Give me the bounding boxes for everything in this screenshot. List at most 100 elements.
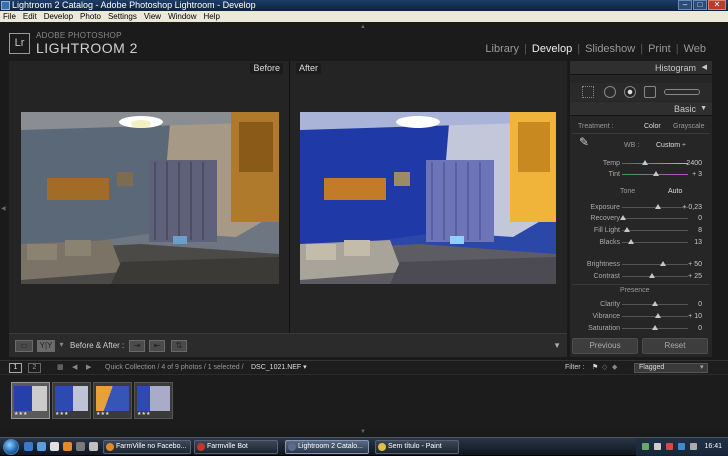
slider-track[interactable]	[622, 163, 688, 164]
filmstrip-thumb[interactable]: ★★★	[52, 382, 91, 419]
slider-value[interactable]: 8	[680, 225, 702, 236]
before-after-view-button[interactable]: Y|Y	[37, 340, 55, 352]
slider-value[interactable]: + 25	[680, 271, 702, 282]
slider-value[interactable]: + 0,23	[680, 202, 702, 213]
module-web[interactable]: Web	[684, 43, 706, 55]
slider-knob[interactable]	[624, 227, 631, 232]
filter-select[interactable]: Flagged	[634, 363, 708, 373]
white-balance-eyedropper-icon[interactable]: ✎	[579, 136, 589, 148]
before-photo[interactable]	[21, 112, 279, 284]
filmstrip-filename[interactable]: DSC_1021.NEF ▾	[251, 361, 307, 375]
slider-contrast[interactable]: Contrast + 25	[570, 271, 712, 282]
slider-recovery[interactable]: Recovery 0	[570, 213, 712, 224]
second-window-button[interactable]: 2	[28, 363, 41, 373]
after-photo[interactable]	[300, 112, 556, 284]
menu-develop[interactable]: Develop	[44, 11, 73, 22]
slider-knob[interactable]	[655, 204, 662, 209]
filmstrip-thumb[interactable]: ★★★	[134, 382, 173, 419]
collapse-basic-icon[interactable]: ▼	[700, 102, 707, 116]
slider-value[interactable]: 0	[680, 213, 702, 224]
slider-saturation[interactable]: Saturation 0	[570, 323, 712, 334]
network-icon[interactable]	[642, 443, 649, 450]
collapse-histogram-icon[interactable]: ◀	[702, 61, 707, 75]
filmstrip-source[interactable]: Quick Collection / 4 of 9 photos / 1 sel…	[105, 361, 244, 375]
graduated-filter-icon[interactable]	[644, 86, 656, 98]
slider-knob[interactable]	[652, 301, 658, 306]
toolbar-menu-icon[interactable]: ▼	[553, 341, 561, 350]
slider-value[interactable]: 0	[680, 299, 702, 310]
security-icon[interactable]	[666, 443, 673, 450]
chrome-icon[interactable]	[50, 442, 59, 451]
slider-fill-light[interactable]: Fill Light 8	[570, 225, 712, 236]
back-arrow-icon[interactable]: ◀	[72, 361, 77, 375]
module-develop[interactable]: Develop	[532, 43, 572, 55]
module-print[interactable]: Print	[648, 43, 671, 55]
slider-knob[interactable]	[655, 313, 662, 318]
wb-preset-select[interactable]: Custom ÷	[656, 141, 686, 150]
menu-window[interactable]: Window	[168, 11, 196, 22]
forward-arrow-icon[interactable]: ▶	[86, 361, 91, 375]
slider-vibrance[interactable]: Vibrance + 10	[570, 311, 712, 322]
slider-knob[interactable]	[652, 325, 658, 330]
slider-track[interactable]	[622, 276, 688, 277]
flag-filter-icon[interactable]: ⚑	[592, 361, 598, 375]
spot-removal-tool-icon[interactable]	[604, 86, 616, 98]
slider-value[interactable]: + 3	[680, 169, 702, 180]
filter-dropdown-icon[interactable]: ▾	[700, 361, 704, 375]
grid-view-icon[interactable]: ▦	[57, 361, 64, 375]
crop-tool-icon[interactable]	[582, 86, 594, 98]
filmstrip-thumb[interactable]: ★★★	[93, 382, 132, 419]
red-eye-tool-icon[interactable]	[624, 86, 636, 98]
taskbar-item-farmville-browser[interactable]: FarmVille no Facebo...	[103, 440, 191, 454]
more-quicklaunch-icon[interactable]	[89, 442, 98, 451]
menu-help[interactable]: Help	[204, 11, 220, 22]
slider-knob[interactable]	[659, 261, 666, 266]
slider-value[interactable]: + 10	[680, 311, 702, 322]
taskbar-item-farmville-bot[interactable]: Farmville Bot	[194, 440, 278, 454]
rejected-filter-icon[interactable]: ◆	[612, 361, 617, 375]
loupe-view-button[interactable]: ▭	[15, 340, 33, 352]
slider-knob[interactable]	[653, 171, 660, 176]
slider-knob[interactable]	[648, 273, 655, 278]
slider-knob[interactable]	[620, 215, 627, 220]
filmstrip-thumb[interactable]: ★★★	[11, 382, 50, 419]
slider-brightness[interactable]: Brightness + 50	[570, 259, 712, 270]
slider-knob[interactable]	[642, 160, 649, 165]
top-panel-toggle-icon[interactable]: ▲	[360, 24, 366, 30]
menu-photo[interactable]: Photo	[80, 11, 101, 22]
volume-icon[interactable]	[654, 443, 661, 450]
minimize-button[interactable]: –	[678, 0, 692, 10]
treatment-grayscale-option[interactable]: Grayscale	[673, 122, 705, 131]
slider-clarity[interactable]: Clarity 0	[570, 299, 712, 310]
slider-track[interactable]	[622, 230, 688, 231]
slider-tint[interactable]: Tint + 3	[570, 169, 712, 180]
slider-value[interactable]: + 50	[680, 259, 702, 270]
app-quicklaunch-icon[interactable]	[76, 442, 85, 451]
main-window-button[interactable]: 1	[9, 363, 22, 373]
copy-after-to-before-button[interactable]: ⇤	[149, 340, 165, 352]
treatment-color-option[interactable]: Color	[644, 122, 661, 131]
slider-value[interactable]: 2400	[680, 158, 702, 169]
module-slideshow[interactable]: Slideshow	[585, 43, 635, 55]
bottom-panel-toggle-icon[interactable]: ▼	[360, 429, 366, 435]
slider-exposure[interactable]: Exposure + 0,23	[570, 202, 712, 213]
reset-button[interactable]: Reset	[642, 338, 708, 354]
unflagged-filter-icon[interactable]: ◇	[602, 361, 607, 375]
taskbar-item-paint[interactable]: Sem título - Paint	[375, 440, 459, 454]
slider-blacks[interactable]: Blacks 13	[570, 237, 712, 248]
taskbar-item-lightroom[interactable]: Lightroom 2 Catalo...	[285, 440, 369, 454]
adjustment-brush-icon[interactable]	[664, 89, 700, 95]
maximize-button[interactable]: □	[693, 0, 707, 10]
ie-icon[interactable]	[37, 442, 46, 451]
swap-before-after-button[interactable]: ⇅	[171, 340, 187, 352]
show-desktop-icon[interactable]	[24, 442, 33, 451]
histogram-header[interactable]: Histogram ◀	[570, 61, 712, 75]
slider-temp[interactable]: Temp 2400	[570, 158, 712, 169]
menu-view[interactable]: View	[144, 11, 161, 22]
slider-value[interactable]: 13	[680, 237, 702, 248]
previous-button[interactable]: Previous	[572, 338, 638, 354]
firefox-icon[interactable]	[63, 442, 72, 451]
tray-app-icon[interactable]	[690, 443, 697, 450]
menu-settings[interactable]: Settings	[108, 11, 137, 22]
slider-track[interactable]	[622, 264, 688, 265]
